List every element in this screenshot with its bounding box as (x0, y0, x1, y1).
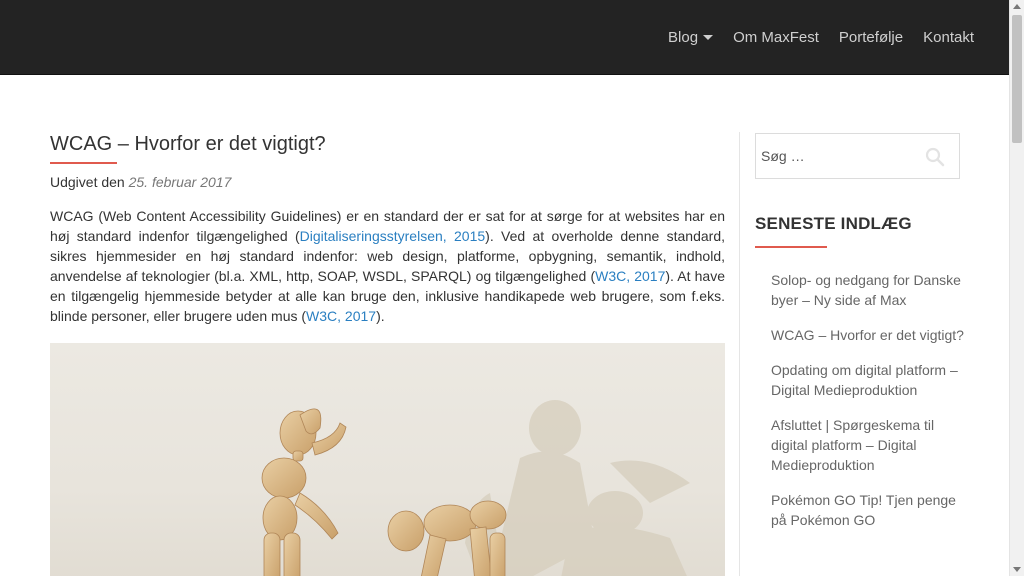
nav-item-label: Kontakt (923, 29, 974, 46)
citation-link-digitaliseringsstyrelsen[interactable]: Digitaliseringsstyrelsen, 2015 (300, 228, 486, 244)
standing-mannequin (261, 408, 347, 576)
recent-post-link[interactable]: Solop- og nedgang for Danske byer – Ny s… (755, 270, 965, 310)
page: Blog Om MaxFest Portefølje Kontakt WCAG … (0, 0, 1024, 576)
post-body: WCAG (Web Content Accessibility Guidelin… (50, 206, 725, 326)
post-date-link[interactable]: 25. februar 2017 (129, 174, 232, 190)
recent-posts-list: Solop- og nedgang for Danske byer – Ny s… (755, 270, 965, 545)
wooden-mannequins-image (50, 343, 725, 576)
nav-item-label: Om MaxFest (733, 29, 819, 46)
main-nav: Blog Om MaxFest Portefølje Kontakt (648, 0, 974, 75)
citation-link-w3c[interactable]: W3C, 2017 (306, 308, 376, 324)
chevron-down-icon (703, 35, 714, 40)
nav-item-blog[interactable]: Blog (668, 29, 714, 46)
recent-post-link[interactable]: WCAG – Hvorfor er det vigtigt? (755, 325, 965, 345)
post-meta: Udgivet den 25. februar 2017 (50, 174, 725, 190)
post-article: WCAG – Hvorfor er det vigtigt? Udgivet d… (50, 130, 725, 340)
meta-prefix: Udgivet den (50, 174, 125, 190)
recent-post-link[interactable]: Afsluttet | Spørgeskema til digital plat… (755, 415, 965, 475)
nav-item-label: Portefølje (838, 29, 904, 46)
sidebar-divider (739, 132, 740, 576)
recent-post-link[interactable]: Pokémon GO Tip! Tjen penge på Pokémon GO (755, 490, 965, 530)
nav-item-kontakt[interactable]: Kontakt (923, 29, 974, 46)
search-form (755, 133, 960, 179)
search-icon[interactable] (925, 147, 945, 167)
scroll-down-arrow-icon[interactable] (1013, 567, 1021, 572)
nav-item-om-maxfest[interactable]: Om MaxFest (733, 29, 819, 46)
page-scrollbar[interactable] (1009, 0, 1024, 576)
nav-item-label: Blog (668, 29, 699, 46)
search-input[interactable] (756, 134, 916, 178)
title-underline (50, 162, 117, 164)
recent-post-link[interactable]: Opdating om digital platform – Digital M… (755, 360, 965, 400)
recent-posts-title: SENESTE INDLÆG (755, 214, 912, 233)
citation-link-w3c[interactable]: W3C, 2017 (595, 268, 665, 284)
mannequins-illustration (261, 400, 690, 576)
site-header: Blog Om MaxFest Portefølje Kontakt (0, 0, 1009, 75)
post-title[interactable]: WCAG – Hvorfor er det vigtigt? (50, 130, 725, 158)
widget-underline (755, 246, 827, 248)
body-text: ). (376, 308, 385, 324)
scroll-up-arrow-icon[interactable] (1013, 4, 1021, 9)
nav-item-portefolje[interactable]: Portefølje (839, 29, 903, 46)
scroll-thumb[interactable] (1012, 15, 1022, 143)
